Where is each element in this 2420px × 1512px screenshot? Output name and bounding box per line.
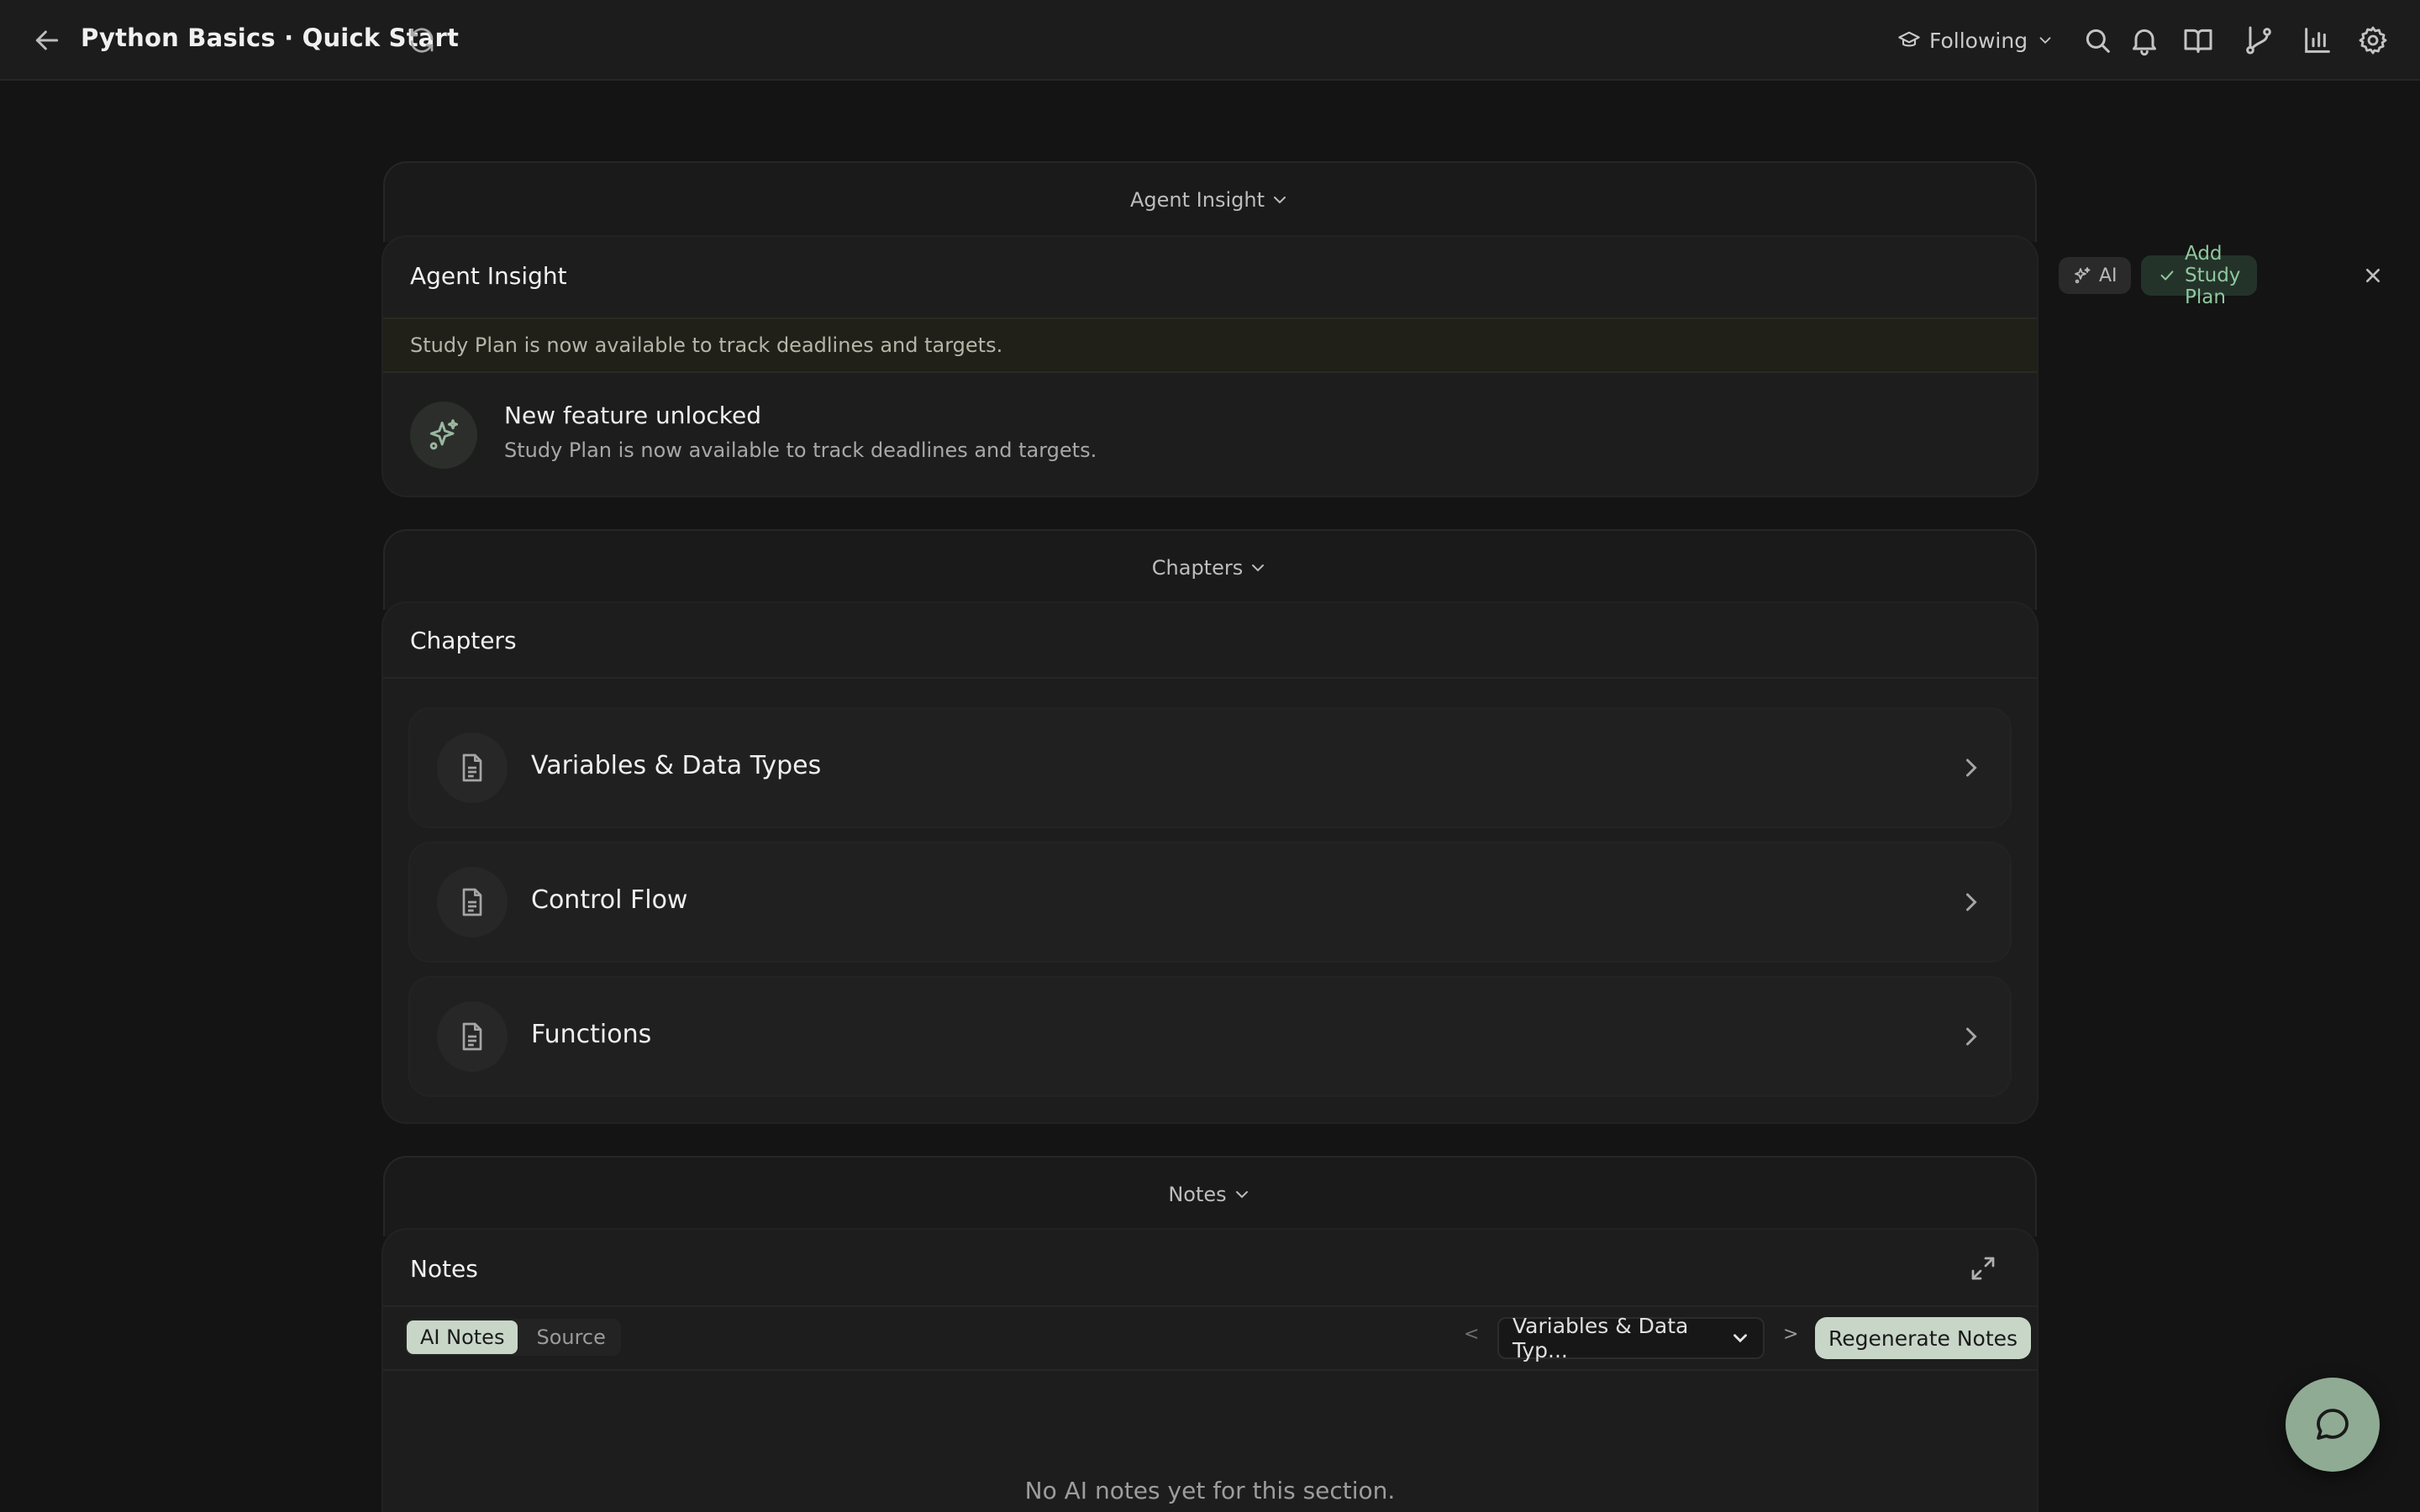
insight-banner-text: Study Plan is now available to track dea… (410, 333, 1003, 357)
chapter-item[interactable]: Variables & Data Types (410, 709, 2010, 827)
following-label: Following (1929, 28, 2028, 53)
sparkles-icon (2072, 265, 2092, 286)
chevron-down-icon (2036, 31, 2054, 50)
tab-source[interactable]: Source (523, 1320, 618, 1354)
document-icon (437, 732, 508, 803)
notes-view-switch: AI Notes Source (405, 1319, 621, 1356)
chapter-select[interactable]: Variables & Data Typ... (1497, 1314, 1765, 1362)
gear-icon[interactable] (2356, 24, 2390, 57)
chevron-down-icon (1270, 190, 1290, 210)
chapters-section-toggle[interactable]: Chapters (383, 529, 2037, 610)
previous-chapter-button[interactable]: < (1464, 1324, 1479, 1345)
top-bar: Python Basics · Quick Start Following (0, 0, 2420, 81)
chapters-panel: Chapters Variables & Data Types Control … (383, 603, 2037, 1122)
chapter-label: Functions (531, 1020, 652, 1049)
feature-title: New feature unlocked (504, 402, 761, 429)
insight-banner: Study Plan is now available to track dea… (383, 318, 2037, 373)
chapter-item[interactable]: Control Flow (410, 843, 2010, 961)
ai-badge-label: AI (2099, 265, 2118, 286)
graduation-cap-icon (1897, 29, 1921, 52)
chapters-toggle-label: Chapters (1151, 556, 1244, 580)
chevron-down-icon (1248, 558, 1268, 578)
agent-insight-panel: Agent Insight AI Add Study Plan Study Pl… (383, 237, 2380, 496)
chapters-title: Chapters (410, 627, 517, 654)
feature-description: Study Plan is now available to track dea… (504, 438, 1097, 462)
chapter-label: Control Flow (531, 885, 688, 915)
bar-chart-icon[interactable] (2301, 24, 2334, 57)
refresh-icon[interactable] (407, 25, 437, 55)
chevron-right-icon (1956, 887, 1986, 917)
chevron-down-icon (1729, 1327, 1751, 1349)
insight-section-toggle[interactable]: Agent Insight (383, 161, 2037, 242)
chat-button[interactable] (2286, 1378, 2380, 1472)
back-arrow-icon[interactable] (30, 24, 64, 57)
expand-icon[interactable] (1968, 1253, 1998, 1284)
notes-panel: Notes AI Notes Source < Variables & Data… (383, 1230, 2037, 1512)
check-icon (2158, 266, 2176, 285)
page-title: Python Basics · Quick Start (81, 24, 460, 52)
following-dropdown[interactable]: Following (1897, 22, 2054, 59)
book-open-icon[interactable] (2181, 24, 2215, 57)
insight-toggle-label: Agent Insight (1130, 188, 1265, 212)
chapter-select-value: Variables & Data Typ... (1512, 1314, 1689, 1362)
insight-title: Agent Insight (410, 262, 567, 290)
chapter-item[interactable]: Functions (410, 978, 2010, 1095)
bell-icon[interactable] (2128, 24, 2161, 57)
chevron-right-icon (1956, 753, 1986, 783)
chat-bubble-icon (2317, 1409, 2349, 1440)
add-study-plan-button[interactable]: Add Study Plan (2141, 243, 2258, 308)
add-study-plan-label: Add Study Plan (2185, 243, 2241, 308)
ai-badge: AI (2059, 257, 2131, 294)
git-branch-icon[interactable] (2242, 24, 2275, 57)
chapter-label: Variables & Data Types (531, 751, 822, 780)
tab-ai-notes[interactable]: AI Notes (407, 1320, 518, 1354)
document-icon (437, 867, 508, 937)
feature-icon (410, 402, 477, 469)
notes-section-toggle[interactable]: Notes (383, 1156, 2037, 1236)
chevron-right-icon (1956, 1021, 1986, 1052)
sparkles-icon (429, 419, 459, 450)
regenerate-notes-button[interactable]: Regenerate Notes (1815, 1317, 2032, 1359)
search-icon[interactable] (2081, 24, 2114, 57)
document-icon (437, 1001, 508, 1072)
close-icon[interactable] (2360, 262, 2386, 289)
notes-title: Notes (410, 1255, 478, 1283)
notes-toggle-label: Notes (1168, 1183, 1227, 1206)
empty-notes-message: No AI notes yet for this section. (1024, 1477, 1396, 1504)
chevron-down-icon (1232, 1184, 1252, 1205)
next-chapter-button[interactable]: > (1783, 1324, 1798, 1345)
